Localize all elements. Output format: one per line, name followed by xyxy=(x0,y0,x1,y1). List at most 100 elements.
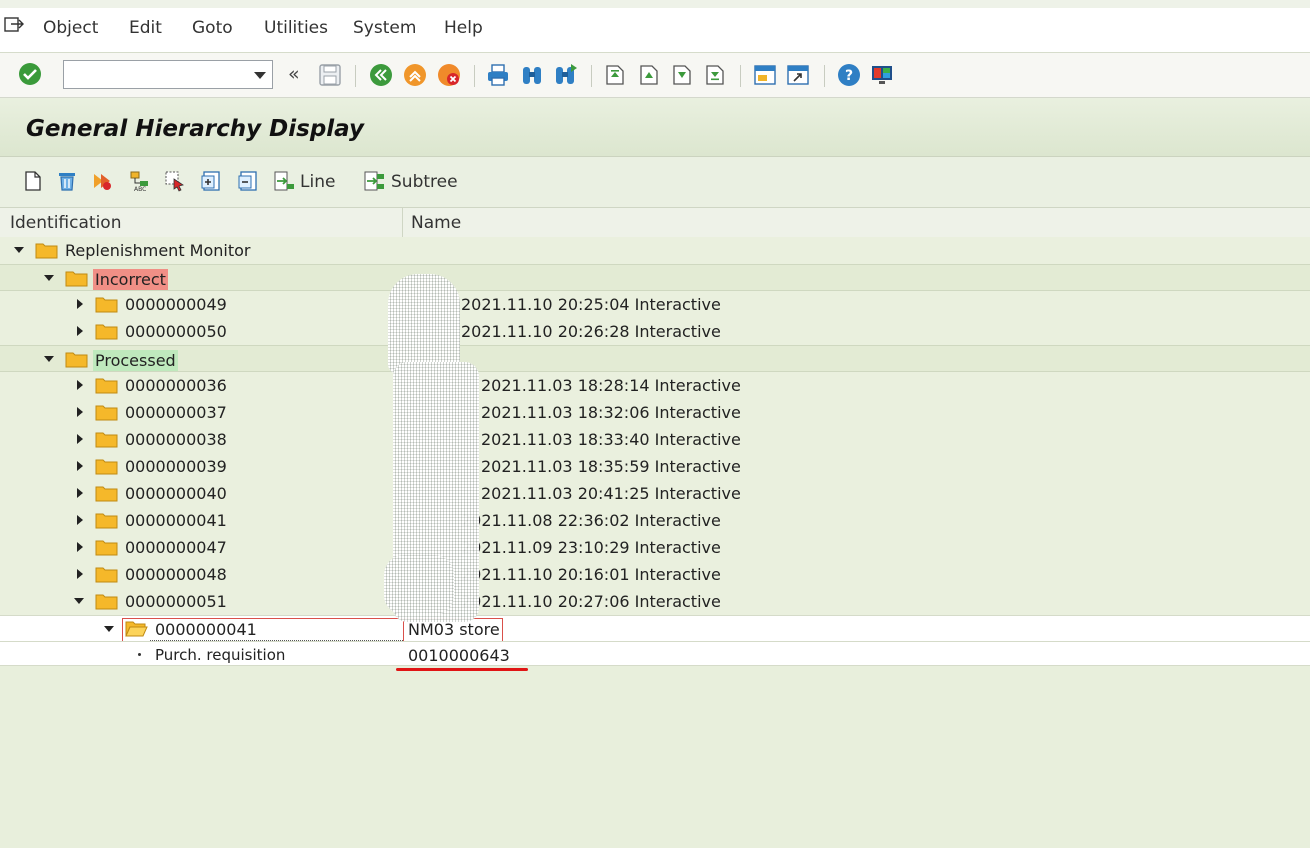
tree-id: 0000000047 xyxy=(125,538,227,557)
tree-label-incorrect: Incorrect xyxy=(93,269,168,290)
bullet-icon xyxy=(138,653,141,656)
new-session-icon[interactable] xyxy=(753,63,777,87)
tree-id: 0000000039 xyxy=(125,457,227,476)
line-button[interactable]: Line xyxy=(300,172,335,192)
menu-bar: Object Edit Goto Utilities System Help xyxy=(0,0,1310,53)
tree-id: 0000000036 xyxy=(125,376,227,395)
last-page-icon[interactable] xyxy=(703,63,727,87)
exit-menu-icon[interactable] xyxy=(4,16,24,34)
tree-name: 2021.11.03 18:28:14 Interactive xyxy=(481,376,741,395)
expand-down-icon[interactable] xyxy=(74,598,84,604)
folder-icon xyxy=(35,243,58,259)
expand-down-icon[interactable] xyxy=(44,275,54,281)
toolbar-separator xyxy=(824,65,825,87)
expand-right-icon[interactable] xyxy=(77,488,83,498)
tree-row-root[interactable]: Replenishment Monitor xyxy=(0,237,1310,264)
tree-label-processed: Processed xyxy=(93,350,178,371)
tree-row[interactable]: 0000000048 2021.11.10 20:16:01 Interacti… xyxy=(0,561,1310,588)
tree-id: 0000000050 xyxy=(125,322,227,341)
tree-row-processed[interactable]: Processed xyxy=(0,345,1310,372)
green-check-icon[interactable] xyxy=(18,62,42,86)
column-divider[interactable] xyxy=(402,208,403,237)
back-icon[interactable] xyxy=(369,63,393,87)
tree-id: 0000000038 xyxy=(125,430,227,449)
expand-right-icon[interactable] xyxy=(77,461,83,471)
column-header: Identification Name xyxy=(0,207,1310,238)
tree-row[interactable]: 0000000036 2021.11.03 18:28:14 Interacti… xyxy=(0,372,1310,399)
command-input[interactable] xyxy=(68,64,242,86)
layout-icon[interactable] xyxy=(870,63,894,87)
expand-down-icon[interactable] xyxy=(14,247,24,253)
expand-down-icon[interactable] xyxy=(104,626,114,632)
exit-icon[interactable] xyxy=(403,63,427,87)
collapse-icon[interactable]: « xyxy=(288,63,300,85)
expand-right-icon[interactable] xyxy=(77,407,83,417)
new-document-icon[interactable] xyxy=(22,170,44,192)
tree-name: 2021.11.10 20:16:01 Interactive xyxy=(461,565,721,584)
column-name[interactable]: Name xyxy=(411,213,461,233)
tree-row-leaf[interactable]: Purch. requisition 0010000643 xyxy=(0,641,1310,666)
menu-edit[interactable]: Edit xyxy=(129,18,162,38)
tree-name: 2021.11.09 23:10:29 Interactive xyxy=(461,538,721,557)
command-field[interactable] xyxy=(63,60,273,89)
prev-page-icon[interactable] xyxy=(637,63,661,87)
expand-right-icon[interactable] xyxy=(77,515,83,525)
column-identification[interactable]: Identification xyxy=(10,213,121,233)
menu-utilities[interactable]: Utilities xyxy=(264,18,328,38)
menu-system[interactable]: System xyxy=(353,18,416,38)
expand-right-icon[interactable] xyxy=(77,569,83,579)
menu-help[interactable]: Help xyxy=(444,18,483,38)
folder-icon xyxy=(95,540,118,556)
tree-name: 2021.11.03 18:33:40 Interactive xyxy=(481,430,741,449)
expand-right-icon[interactable] xyxy=(77,380,83,390)
tree-row-incorrect[interactable]: Incorrect xyxy=(0,264,1310,291)
menu-goto[interactable]: Goto xyxy=(192,18,233,38)
expand-icon[interactable] xyxy=(200,170,222,192)
tree-row[interactable]: 0000000040 2021.11.03 20:41:25 Interacti… xyxy=(0,480,1310,507)
tree-name: 2021.11.10 20:25:04 Interactive xyxy=(461,295,721,314)
application-toolbar: ABC Line Subtree xyxy=(0,157,1310,207)
save-icon[interactable] xyxy=(318,63,342,87)
tree-id: 0000000041 xyxy=(125,511,227,530)
expand-right-icon[interactable] xyxy=(77,542,83,552)
menu-object[interactable]: Object xyxy=(43,18,98,38)
folder-icon xyxy=(95,513,118,529)
line-icon[interactable] xyxy=(273,170,295,192)
tree-row[interactable]: 0000000039 2021.11.03 18:35:59 Interacti… xyxy=(0,453,1310,480)
tree-row[interactable]: 0000000050 2021.11.10 20:26:28 Interacti… xyxy=(0,318,1310,345)
tree-row[interactable]: 0000000038 2021.11.03 18:33:40 Interacti… xyxy=(0,426,1310,453)
delete-icon[interactable] xyxy=(56,170,78,192)
title-bar: General Hierarchy Display xyxy=(0,98,1310,157)
first-page-icon[interactable] xyxy=(603,63,627,87)
select-icon[interactable] xyxy=(164,170,186,192)
redaction-blur xyxy=(388,274,460,374)
help-icon[interactable]: ? xyxy=(837,63,861,87)
expand-right-icon[interactable] xyxy=(77,299,83,309)
execute-icon[interactable] xyxy=(91,170,113,192)
expand-right-icon[interactable] xyxy=(77,434,83,444)
cancel-icon[interactable] xyxy=(437,63,461,87)
svg-text:ABC: ABC xyxy=(134,186,146,192)
collapse-icon[interactable] xyxy=(237,170,259,192)
structure-icon[interactable]: ABC xyxy=(128,170,150,192)
tree-row[interactable]: 0000000049 2021.11.10 20:25:04 Interacti… xyxy=(0,291,1310,318)
chevron-down-icon[interactable] xyxy=(254,72,266,79)
toolbar-separator xyxy=(591,65,592,87)
tree-label: Replenishment Monitor xyxy=(65,241,251,260)
tree-row[interactable]: 0000000037 2021.11.03 18:32:06 Interacti… xyxy=(0,399,1310,426)
tree-row[interactable]: 0000000051 2021.11.10 20:27:06 Interacti… xyxy=(0,588,1310,615)
tree-leaf-value: 0010000643 xyxy=(408,646,510,665)
print-icon[interactable] xyxy=(486,63,510,87)
next-page-icon[interactable] xyxy=(670,63,694,87)
subtree-button[interactable]: Subtree xyxy=(391,172,458,192)
expand-down-icon[interactable] xyxy=(44,356,54,362)
expand-right-icon[interactable] xyxy=(77,326,83,336)
subtree-icon[interactable] xyxy=(363,170,385,192)
find-icon[interactable] xyxy=(520,63,544,87)
tree-row-selected[interactable]: 0000000041 NM03 store xyxy=(0,615,1310,642)
folder-icon xyxy=(95,324,118,340)
shortcut-icon[interactable] xyxy=(786,63,810,87)
find-next-icon[interactable] xyxy=(554,63,578,87)
tree-row[interactable]: 0000000047 2021.11.09 23:10:29 Interacti… xyxy=(0,534,1310,561)
tree-row[interactable]: 0000000041 2021.11.08 22:36:02 Interacti… xyxy=(0,507,1310,534)
